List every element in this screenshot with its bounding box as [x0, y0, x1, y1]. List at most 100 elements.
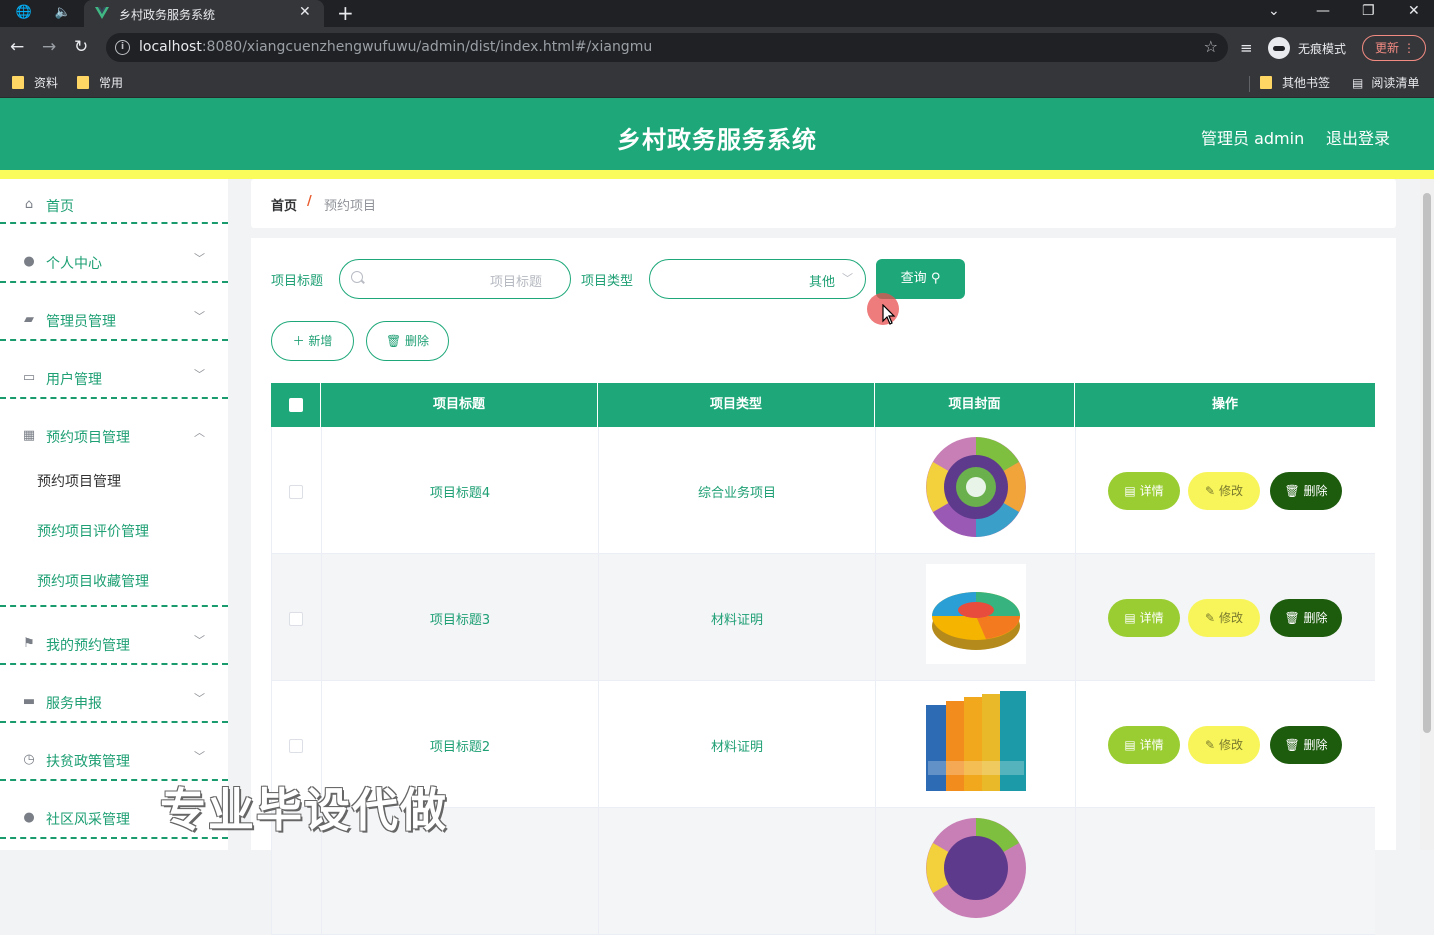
url-text: localhost:8080/xiangcuenzhengwufuwu/admi…: [139, 39, 653, 55]
media-control-icon[interactable]: ≡: [1240, 39, 1253, 57]
detail-button[interactable]: ▤ 详情: [1108, 726, 1180, 764]
other-bookmarks[interactable]: 其他书签: [1260, 73, 1330, 93]
bookmark-folder-changyong[interactable]: 常用: [77, 73, 123, 93]
content-panel: 项目标题 项目标题 项目类型 其他 ﹀ 查询 ⚲ ＋ 新增 🗑 删除 项目标题 …: [251, 238, 1396, 935]
detail-button[interactable]: ▤ 详情: [1108, 599, 1180, 637]
trash-icon: 🗑: [1284, 738, 1300, 752]
breadcrumb-home[interactable]: 首页: [271, 195, 297, 214]
project-title: 项目标题4: [429, 486, 491, 501]
table-header: 项目标题 项目类型 项目封面 操作: [271, 383, 1375, 427]
delete-button[interactable]: 🗑 删除: [1270, 599, 1342, 637]
pencil-icon: ✎: [1205, 484, 1216, 498]
reading-list[interactable]: ▤ 阅读清单: [1352, 73, 1419, 93]
title-filter-label: 项目标题: [271, 274, 324, 289]
bookmark-star-icon[interactable]: ☆: [1204, 37, 1218, 56]
sidebar-item-label: 我的预约管理: [46, 638, 130, 654]
divider: [0, 605, 228, 607]
col-actions: 操作: [1211, 397, 1238, 412]
detail-button[interactable]: ▤ 详情: [1108, 472, 1180, 510]
vue-logo-icon: [95, 7, 109, 19]
divider: [0, 339, 228, 341]
back-icon[interactable]: ←: [10, 37, 24, 57]
table-row: 项目标题4 综合业务项目 ▤ 详情 ✎ 修改 🗑 删除: [271, 427, 1375, 554]
row-checkbox[interactable]: [289, 485, 303, 499]
bookmark-separator: [1249, 76, 1250, 92]
add-button[interactable]: ＋ 新增: [271, 321, 354, 361]
reload-icon[interactable]: ↻: [74, 37, 88, 57]
sidebar-subitem-project-review[interactable]: 预约项目评价管理: [37, 521, 149, 541]
edit-button[interactable]: ✎ 修改: [1188, 599, 1260, 637]
document-icon: ▤: [1124, 611, 1136, 625]
admin-name[interactable]: 管理员 admin: [1201, 125, 1304, 149]
select-all-checkbox[interactable]: [289, 398, 303, 412]
folder-icon: [77, 76, 89, 89]
divider: [0, 721, 228, 723]
tab-close-icon[interactable]: ✕: [299, 4, 311, 20]
site-info-icon[interactable]: i: [115, 40, 130, 55]
edit-button[interactable]: ✎ 修改: [1188, 726, 1260, 764]
row-checkbox[interactable]: [289, 739, 303, 753]
project-cover-image[interactable]: [926, 437, 1026, 537]
project-cover-image[interactable]: [926, 818, 1026, 918]
query-button[interactable]: 查询 ⚲: [876, 259, 965, 299]
sidebar-item-admins[interactable]: ▰ 管理员管理 ﹀: [0, 294, 228, 350]
sidebar-item-service-apply[interactable]: ▬ 服务申报 ﹀: [0, 676, 228, 732]
folder-icon: [1260, 76, 1272, 89]
address-bar[interactable]: i localhost:8080/xiangcuenzhengwufuwu/ad…: [106, 33, 1228, 62]
type-cell: 综合业务项目: [599, 427, 876, 554]
batch-delete-button[interactable]: 🗑 删除: [366, 321, 449, 361]
sidebar-item-users[interactable]: ▭ 用户管理 ﹀: [0, 352, 228, 408]
title-search-input[interactable]: 项目标题: [339, 259, 571, 299]
sidebar-item-my-bookings[interactable]: ⚑ 我的预约管理 ﹀: [0, 618, 228, 674]
actions-cell: [1076, 808, 1376, 935]
watermark-text: 专业毕设代做: [160, 783, 448, 837]
title-cell: 项目标题4: [322, 427, 599, 554]
sidebar-item-personal[interactable]: ● 个人中心 ﹀: [0, 236, 228, 292]
divider: [0, 397, 228, 399]
type-cell: 材料证明: [599, 681, 876, 808]
cover-cell: [876, 554, 1076, 681]
row-checkbox[interactable]: [289, 612, 303, 626]
message-icon: ▬: [22, 694, 36, 709]
sidebar-item-label: 社区风采管理: [46, 812, 130, 828]
browser-tab[interactable]: 乡村政务服务系统 ✕: [84, 0, 324, 27]
project-cover-image[interactable]: [926, 691, 1026, 791]
delete-button[interactable]: 🗑 删除: [1270, 472, 1342, 510]
type-select[interactable]: 其他 ﹀: [649, 259, 866, 299]
forward-icon[interactable]: →: [42, 37, 56, 57]
mouse-cursor-icon: [882, 304, 896, 325]
bookmark-folder-ziliao[interactable]: 资料: [12, 73, 58, 93]
cover-cell: [876, 808, 1076, 935]
tab-search-icon[interactable]: ⌄: [1268, 3, 1280, 19]
sidebar-item-label: 管理员管理: [46, 314, 116, 330]
restore-icon[interactable]: ❐: [1362, 3, 1375, 19]
sidebar-item-label: 扶贫政策管理: [46, 754, 130, 770]
edit-button[interactable]: ✎ 修改: [1188, 472, 1260, 510]
sidebar-item-label: 首页: [46, 199, 74, 215]
logout-link[interactable]: 退出登录: [1326, 125, 1390, 149]
user-icon: ●: [23, 254, 35, 269]
type-select-value: 其他: [808, 275, 835, 290]
trash-icon: 🗑: [1284, 611, 1300, 625]
folder-icon: [12, 76, 24, 89]
sidebar-subitem-project-manage[interactable]: 预约项目管理: [37, 471, 121, 491]
check-cell: [272, 554, 322, 681]
project-cover-image[interactable]: [926, 564, 1026, 664]
delete-button[interactable]: 🗑 删除: [1270, 726, 1342, 764]
pencil-icon: ✎: [1205, 738, 1216, 752]
sidebar-item-projects[interactable]: ▦ 预约项目管理 ︿: [0, 410, 228, 466]
globe-icon[interactable]: 🌐: [15, 4, 33, 22]
trash-icon: 🗑: [385, 334, 402, 348]
mute-icon[interactable]: 🔈: [54, 4, 72, 22]
divider: [0, 281, 228, 283]
new-tab-icon[interactable]: +: [337, 1, 354, 25]
sidebar-subitem-project-favorite[interactable]: 预约项目收藏管理: [37, 571, 149, 591]
minimize-icon[interactable]: —: [1316, 3, 1330, 19]
update-button[interactable]: 更新 ⋮: [1362, 35, 1426, 61]
col-cover: 项目封面: [875, 383, 1075, 427]
scrollbar-thumb[interactable]: [1423, 193, 1431, 733]
close-window-icon[interactable]: ✕: [1408, 3, 1420, 19]
page-scrollbar[interactable]: [1420, 179, 1434, 850]
sidebar-item-home[interactable]: ⌂ 首页: [0, 179, 228, 235]
title-cell: 项目标题3: [322, 554, 599, 681]
